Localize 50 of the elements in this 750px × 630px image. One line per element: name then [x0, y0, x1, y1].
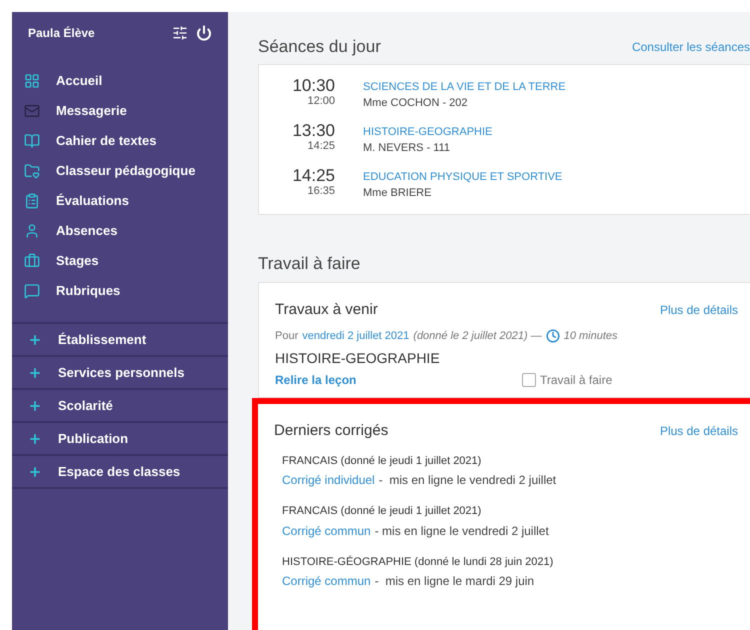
upload-date: - mis en ligne le mardi 29 juin — [374, 573, 534, 590]
settings-icon[interactable] — [172, 25, 188, 41]
end-time: 12:00 — [307, 94, 335, 108]
menu-item[interactable]: Accueil — [24, 66, 216, 96]
plus-icon — [28, 366, 42, 380]
correction-heading: FRANCAIS (donné le jeudi 1 juillet 2021) — [282, 454, 482, 468]
section-title: Travail à faire — [258, 252, 362, 274]
card-title: Derniers corrigés — [274, 421, 388, 441]
end-time: 16:35 — [307, 184, 335, 198]
correction-heading: FRANCAIS (donné le jeudi 1 juillet 2021) — [282, 504, 482, 519]
end-time: 14:25 — [307, 140, 335, 152]
checkbox[interactable] — [522, 373, 536, 387]
section-title: Séances du jour — [258, 36, 381, 58]
upload-date: - mis en ligne le vendredi 2 juillet — [378, 472, 556, 489]
start-time: 14:25 — [292, 166, 335, 184]
plus-icon — [28, 398, 42, 412]
clock-icon — [546, 328, 560, 343]
due-label: Pour — [275, 328, 298, 344]
user-name: Paula Élève — [28, 25, 95, 42]
correction-heading: HISTOIRE-GÉOGRAPHIE (donné le lundi 28 juin 2021) — [282, 554, 554, 570]
teacher-room: Mme BRIERE — [363, 186, 432, 201]
chat-icon — [24, 283, 40, 299]
upload-date: - mis en ligne le vendredi 2 juillet — [374, 522, 549, 540]
person-icon — [24, 223, 40, 239]
clipboard-icon — [24, 193, 40, 209]
menu-item[interactable]: Évaluations — [24, 186, 216, 216]
teacher-room: M. NEVERS - 111 — [363, 141, 452, 156]
checkbox-label: Travail à faire — [540, 372, 612, 389]
start-time: 10:30 — [292, 76, 335, 94]
envelope-icon — [24, 103, 40, 119]
subject: HISTOIRE-GEOGRAPHIE — [275, 349, 441, 368]
book-icon — [24, 133, 40, 149]
plus-icon — [28, 432, 42, 446]
grid-icon — [24, 73, 40, 89]
menu-item[interactable]: Cahier de textes — [24, 126, 216, 156]
start-time: 13:30 — [292, 122, 335, 140]
card-title: Travaux à venir — [275, 300, 378, 320]
power-icon[interactable] — [196, 25, 212, 41]
plus-icon — [28, 332, 42, 346]
menu-item[interactable]: Messagerie — [24, 96, 216, 126]
teacher-room: Mme COCHON - 202 — [363, 96, 469, 111]
given-date: (donné le 2 juillet 2021) — — [413, 328, 542, 344]
menu-item[interactable]: Rubriques — [24, 276, 216, 306]
duration: 10 minutes — [564, 328, 618, 344]
menu-item[interactable]: Stages — [24, 246, 216, 276]
menu-item[interactable]: Absences — [24, 216, 216, 246]
folder-icon — [24, 163, 40, 179]
plus-icon — [28, 464, 42, 478]
menu-item[interactable]: Classeur pédagogique — [24, 156, 216, 186]
briefcase-icon — [24, 253, 40, 269]
